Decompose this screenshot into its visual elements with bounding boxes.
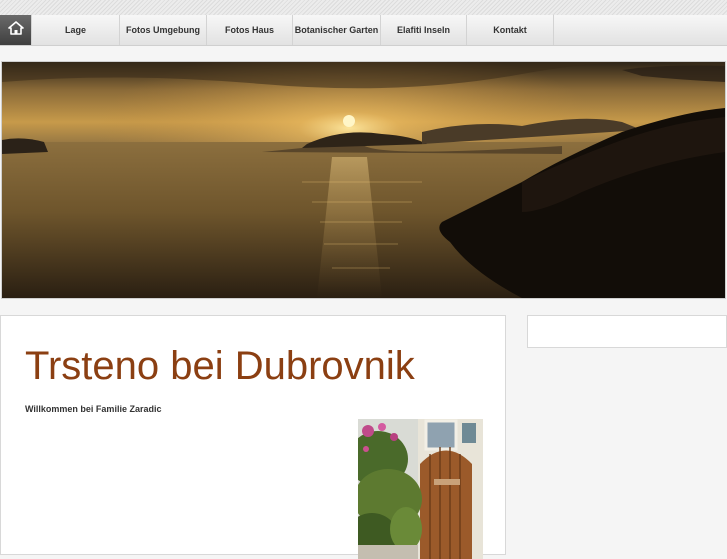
nav-item-lage[interactable]: Lage — [31, 15, 119, 45]
sidebar-box — [527, 315, 727, 348]
main-navigation: Lage Fotos Umgebung Fotos Haus Botanisch… — [0, 15, 727, 46]
nav-spacer — [0, 46, 727, 61]
page-title: Trsteno bei Dubrovnik — [25, 344, 415, 388]
nav-item-elafiti-inseln[interactable]: Elafiti Inseln — [380, 15, 466, 45]
nav-item-fotos-haus[interactable]: Fotos Haus — [206, 15, 292, 45]
home-button[interactable] — [0, 15, 31, 45]
header-banner-image — [1, 61, 726, 299]
nav-item-fotos-umgebung[interactable]: Fotos Umgebung — [119, 15, 206, 45]
home-icon — [7, 20, 24, 40]
nav-item-kontakt[interactable]: Kontakt — [466, 15, 554, 45]
house-door-image — [358, 419, 483, 559]
welcome-subtitle: Willkommen bei Familie Zaradic — [25, 404, 162, 414]
sunset-sea-photo — [2, 62, 725, 298]
house-entrance-photo — [358, 419, 483, 559]
top-decorative-stripe — [0, 0, 727, 15]
nav-item-botanischer-garten[interactable]: Botanischer Garten — [292, 15, 380, 45]
main-content-panel: Trsteno bei Dubrovnik Willkommen bei Fam… — [0, 315, 506, 559]
